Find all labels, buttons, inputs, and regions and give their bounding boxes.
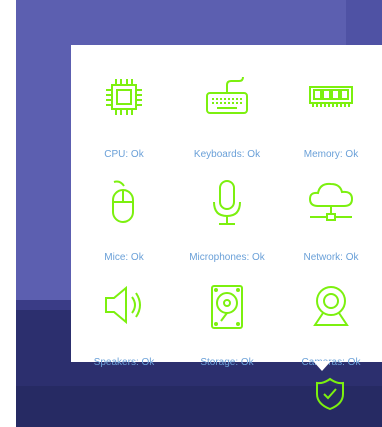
device-label: Cameras: Ok (301, 357, 361, 368)
device-label: Storage: Ok (200, 357, 254, 368)
device-tile-memory[interactable]: Memory: Ok (281, 65, 381, 165)
cpu-icon (106, 79, 142, 115)
shield-check-icon (316, 377, 344, 411)
device-label: Speakers: Ok (93, 357, 155, 368)
device-tile-network[interactable]: Network: Ok (281, 168, 381, 268)
device-tile-microphones[interactable]: Microphones: Ok (177, 168, 277, 268)
device-tile-keyboards[interactable]: Keyboards: Ok (177, 65, 277, 165)
speaker-icon (105, 285, 141, 325)
mouse-icon (112, 180, 134, 223)
memory-icon (309, 86, 353, 107)
device-tile-storage[interactable]: Storage: Ok (177, 273, 277, 373)
device-status-flyout: CPU: Ok Keyboards: Ok Memory: Ok Mice: O… (71, 45, 382, 368)
storage-icon (211, 285, 243, 329)
flyout-pointer (313, 361, 331, 371)
device-label: CPU: Ok (104, 149, 144, 160)
microphone-icon (213, 180, 241, 225)
network-icon (308, 182, 354, 221)
device-tile-cameras[interactable]: Cameras: Ok (281, 273, 381, 373)
device-tile-speakers[interactable]: Speakers: Ok (74, 273, 174, 373)
camera-icon (313, 286, 349, 326)
device-tile-cpu[interactable]: CPU: Ok (74, 65, 174, 165)
device-label: Memory: Ok (303, 149, 359, 160)
device-label: Network: Ok (303, 252, 359, 263)
device-label: Mice: Ok (104, 252, 144, 263)
device-health-tray-button[interactable] (313, 376, 347, 412)
keyboard-icon (206, 76, 248, 114)
device-label: Keyboards: Ok (193, 149, 261, 160)
device-label: Microphones: Ok (189, 252, 265, 263)
device-tile-mice[interactable]: Mice: Ok (74, 168, 174, 268)
